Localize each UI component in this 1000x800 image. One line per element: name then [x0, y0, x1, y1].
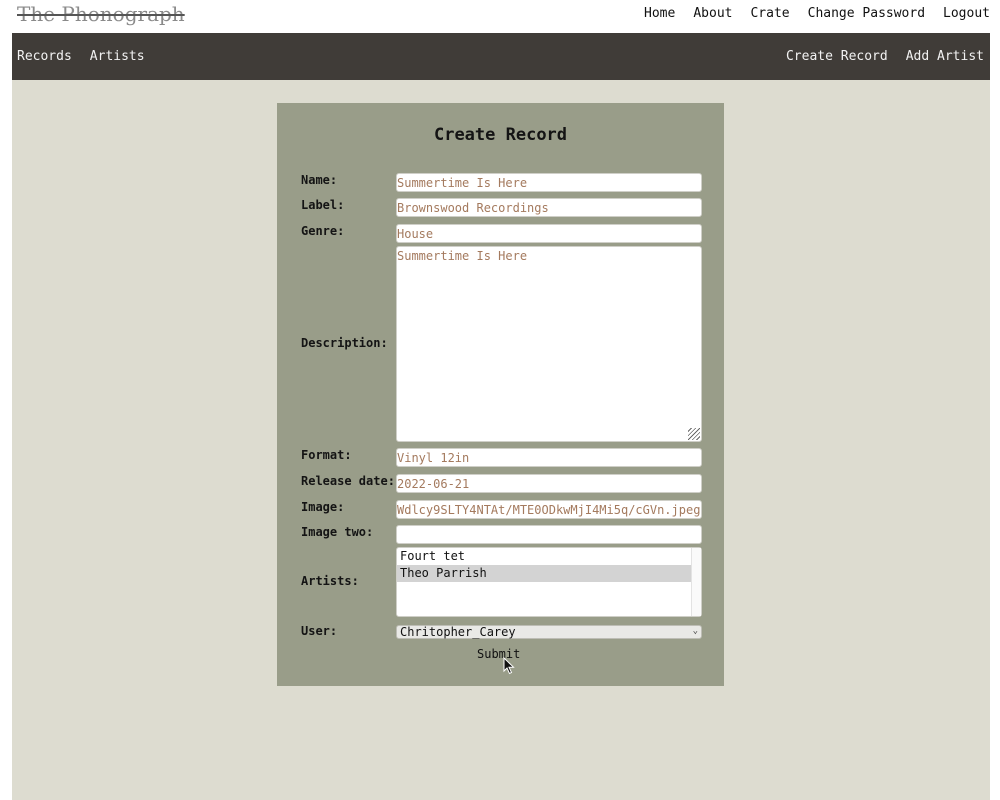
top-nav: Home About Crate Change Password Logout [644, 6, 990, 21]
release-date-input[interactable]: 2022-06-21 [396, 474, 702, 493]
artist-option-fourt-tet[interactable]: Fourt tet [397, 548, 701, 565]
nav-home-link[interactable]: Home [644, 6, 675, 21]
image-input[interactable]: Wdlcy9SLTY4NTAt/MTE0ODkwMjI4Mi5q/cGVn.jp… [396, 500, 702, 519]
genre-label: Genre: [301, 224, 345, 238]
image-two-label: Image two: [301, 525, 374, 539]
description-text: Summertime Is Here [397, 249, 528, 263]
artists-listbox[interactable]: Fourt tet Theo Parrish [396, 547, 702, 617]
user-select-value: Chritopher_Carey [400, 625, 516, 639]
nav-about-link[interactable]: About [693, 6, 732, 21]
description-label: Description: [301, 336, 388, 350]
label-input[interactable]: Brownswood Recordings [396, 198, 702, 217]
nav-artists-link[interactable]: Artists [90, 49, 145, 64]
form-title: Create Record [433, 125, 568, 145]
image-two-input[interactable] [396, 525, 702, 544]
create-record-form: Create Record Name: Summertime Is Here L… [277, 103, 724, 686]
artists-label: Artists: [301, 574, 359, 588]
main-nav-left: Records Artists [17, 49, 145, 64]
user-label: User: [301, 624, 338, 638]
name-label: Name: [301, 173, 338, 187]
format-label: Format: [301, 448, 352, 462]
top-bar: The Phonograph Home About Crate Change P… [0, 0, 1000, 32]
chevron-down-icon: ⌄ [692, 626, 698, 636]
label-label: Label: [301, 198, 345, 212]
name-input[interactable]: Summertime Is Here [396, 173, 702, 192]
nav-records-link[interactable]: Records [17, 49, 72, 64]
user-select[interactable]: Chritopher_Carey ⌄ [396, 625, 702, 639]
site-logo[interactable]: The Phonograph [17, 2, 185, 26]
listbox-scrollbar[interactable] [691, 548, 701, 616]
nav-create-record-link[interactable]: Create Record [786, 49, 888, 64]
resize-grip-icon[interactable] [688, 428, 700, 440]
nav-logout-link[interactable]: Logout [943, 6, 990, 21]
image-label: Image: [301, 500, 345, 514]
main-nav-right: Create Record Add Artist [786, 49, 984, 64]
nav-crate-link[interactable]: Crate [750, 6, 789, 21]
release-date-label: Release date: [301, 474, 395, 488]
nav-change-password-link[interactable]: Change Password [808, 6, 925, 21]
description-textarea[interactable]: Summertime Is Here [396, 246, 702, 442]
genre-input[interactable]: House [396, 224, 702, 243]
nav-add-artist-link[interactable]: Add Artist [906, 49, 984, 64]
artist-option-theo-parrish[interactable]: Theo Parrish [397, 565, 691, 582]
main-nav: Records Artists Create Record Add Artist [12, 33, 990, 80]
format-input[interactable]: Vinyl 12in [396, 448, 702, 467]
mouse-cursor-icon [503, 657, 515, 675]
